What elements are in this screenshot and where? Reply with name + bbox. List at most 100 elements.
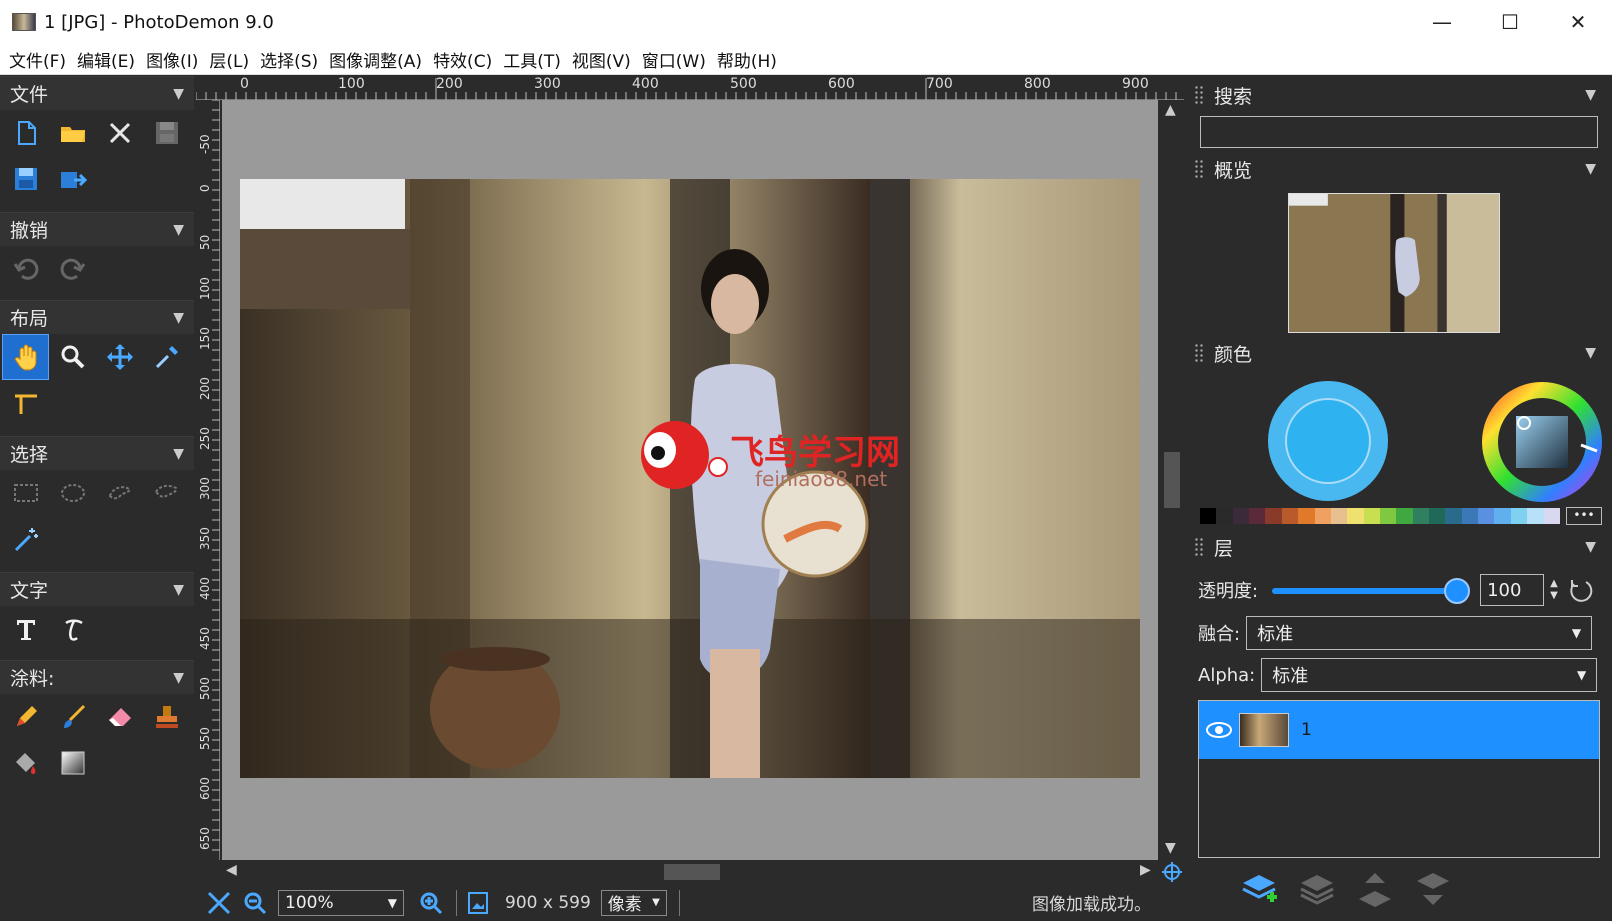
unit-dropdown[interactable]: 像素 ▼ — [600, 889, 667, 916]
menu-select[interactable]: 选择(S) — [255, 47, 323, 72]
text-section-header[interactable]: 文字 ▼ — [0, 572, 194, 606]
zoom-out-button[interactable] — [242, 890, 268, 916]
palette-swatch[interactable] — [1445, 508, 1462, 524]
primary-color-swatch[interactable] — [1266, 379, 1390, 503]
delete-layer-button[interactable] — [1294, 866, 1340, 912]
select-section-header[interactable]: 选择 ▼ — [0, 436, 194, 470]
eye-icon[interactable] — [1205, 720, 1233, 740]
color-palette[interactable] — [1200, 508, 1560, 524]
palette-swatch[interactable] — [1314, 508, 1331, 524]
add-layer-button[interactable] — [1236, 866, 1282, 912]
palette-swatch[interactable] — [1461, 508, 1479, 524]
magic-wand-button[interactable] — [2, 516, 49, 562]
overview-panel-header[interactable]: 概览 ▼ — [1186, 152, 1612, 186]
chevron-up-icon[interactable]: ▲ — [1550, 578, 1558, 590]
hand-tool-button[interactable] — [2, 334, 49, 380]
save-as-button[interactable] — [2, 156, 49, 202]
zoom-dropdown[interactable]: 100% ▼ — [278, 889, 404, 916]
chevron-down-icon[interactable]: ▼ — [1585, 539, 1596, 555]
palette-swatch[interactable] — [1232, 508, 1250, 524]
center-view-button[interactable] — [1160, 860, 1184, 884]
menu-edit[interactable]: 编辑(E) — [72, 47, 140, 72]
overview-thumbnail[interactable] — [1288, 193, 1500, 333]
menu-image[interactable]: 图像(I) — [141, 47, 203, 72]
reset-icon[interactable] — [1566, 576, 1594, 604]
minimize-button[interactable]: — — [1408, 0, 1476, 44]
move-tool-button[interactable] — [96, 334, 143, 380]
layer-row[interactable]: 1 — [1199, 701, 1599, 759]
palette-swatch[interactable] — [1510, 508, 1528, 524]
palette-swatch[interactable] — [1379, 508, 1397, 524]
opacity-slider[interactable] — [1272, 576, 1471, 604]
menu-tools[interactable]: 工具(T) — [498, 47, 566, 72]
horizontal-scroll-thumb[interactable] — [664, 864, 720, 880]
layer-list[interactable]: 1 — [1198, 700, 1600, 858]
maximize-button[interactable]: ☐ — [1476, 0, 1544, 44]
fit-window-button[interactable] — [206, 890, 232, 916]
text-tool-button[interactable] — [2, 606, 49, 652]
palette-swatch[interactable] — [1478, 508, 1495, 524]
palette-swatch[interactable] — [1527, 508, 1544, 524]
typography-tool-button[interactable] — [49, 606, 96, 652]
pencil-tool-button[interactable] — [2, 694, 49, 740]
vertical-scroll-thumb[interactable] — [1164, 452, 1180, 508]
close-button[interactable]: ✕ — [1544, 0, 1612, 44]
palette-swatch[interactable] — [1412, 508, 1430, 524]
close-image-button[interactable] — [96, 110, 143, 156]
drag-handle-icon[interactable] — [1194, 343, 1204, 363]
eraser-tool-button[interactable] — [96, 694, 143, 740]
color-wheel[interactable] — [1481, 381, 1603, 503]
palette-swatch[interactable] — [1249, 508, 1266, 524]
palette-swatch[interactable] — [1347, 508, 1364, 524]
redo-button[interactable] — [49, 246, 96, 292]
paint-section-header[interactable]: 涂料: ▼ — [0, 660, 194, 694]
chevron-right-icon[interactable]: ▶ — [1140, 862, 1151, 878]
menu-adjustments[interactable]: 图像调整(A) — [324, 47, 427, 72]
drag-handle-icon[interactable] — [1194, 159, 1204, 179]
menu-file[interactable]: 文件(F) — [4, 47, 71, 72]
move-layer-down-button[interactable] — [1410, 866, 1456, 912]
palette-swatch[interactable] — [1200, 508, 1217, 524]
undo-section-header[interactable]: 撤销 ▼ — [0, 212, 194, 246]
palette-swatch[interactable] — [1494, 508, 1511, 524]
opacity-slider-knob[interactable] — [1444, 578, 1471, 604]
fill-tool-button[interactable] — [2, 740, 49, 786]
lasso-select-button[interactable] — [96, 470, 143, 516]
opacity-spinner[interactable]: ▲ ▼ — [1550, 578, 1558, 602]
zoom-in-button[interactable] — [418, 890, 444, 916]
gradient-tool-button[interactable] — [49, 740, 96, 786]
layers-panel-header[interactable]: 层 ▼ — [1186, 530, 1612, 564]
horizontal-scrollbar[interactable]: ◀ ▶ — [222, 860, 1160, 884]
blend-mode-dropdown[interactable]: 标准 ▼ — [1246, 616, 1593, 650]
menu-help[interactable]: 帮助(H) — [712, 47, 782, 72]
file-section-header[interactable]: 文件 ▼ — [0, 76, 194, 110]
measure-tool-button[interactable] — [2, 380, 49, 426]
open-file-button[interactable] — [49, 110, 96, 156]
search-panel-header[interactable]: 搜索 ▼ — [1186, 78, 1612, 112]
palette-swatch[interactable] — [1396, 508, 1413, 524]
chevron-up-icon[interactable]: ▲ — [1165, 102, 1176, 118]
brush-tool-button[interactable] — [49, 694, 96, 740]
clone-stamp-button[interactable] — [143, 694, 190, 740]
drag-handle-icon[interactable] — [1194, 537, 1204, 557]
menu-layer[interactable]: 层(L) — [204, 47, 254, 72]
menu-window[interactable]: 窗口(W) — [637, 47, 711, 72]
chevron-left-icon[interactable]: ◀ — [226, 862, 237, 878]
palette-more-button[interactable]: ••• — [1566, 507, 1602, 525]
zoom-tool-button[interactable] — [49, 334, 96, 380]
palette-swatch[interactable] — [1429, 508, 1446, 524]
palette-swatch[interactable] — [1216, 508, 1233, 524]
drag-handle-icon[interactable] — [1194, 85, 1204, 105]
palette-swatch[interactable] — [1265, 508, 1282, 524]
vertical-scrollbar[interactable]: ▲ ▼ — [1160, 100, 1184, 860]
undo-button[interactable] — [2, 246, 49, 292]
palette-swatch[interactable] — [1298, 508, 1315, 524]
alpha-mode-dropdown[interactable]: 标准 ▼ — [1261, 658, 1598, 692]
menu-effects[interactable]: 特效(C) — [428, 47, 497, 72]
palette-swatch[interactable] — [1281, 508, 1299, 524]
color-picker-button[interactable] — [143, 334, 190, 380]
save-button[interactable] — [143, 110, 190, 156]
chevron-down-icon[interactable]: ▼ — [1585, 87, 1596, 103]
chevron-down-icon[interactable]: ▼ — [1165, 840, 1176, 856]
palette-swatch[interactable] — [1543, 508, 1560, 524]
